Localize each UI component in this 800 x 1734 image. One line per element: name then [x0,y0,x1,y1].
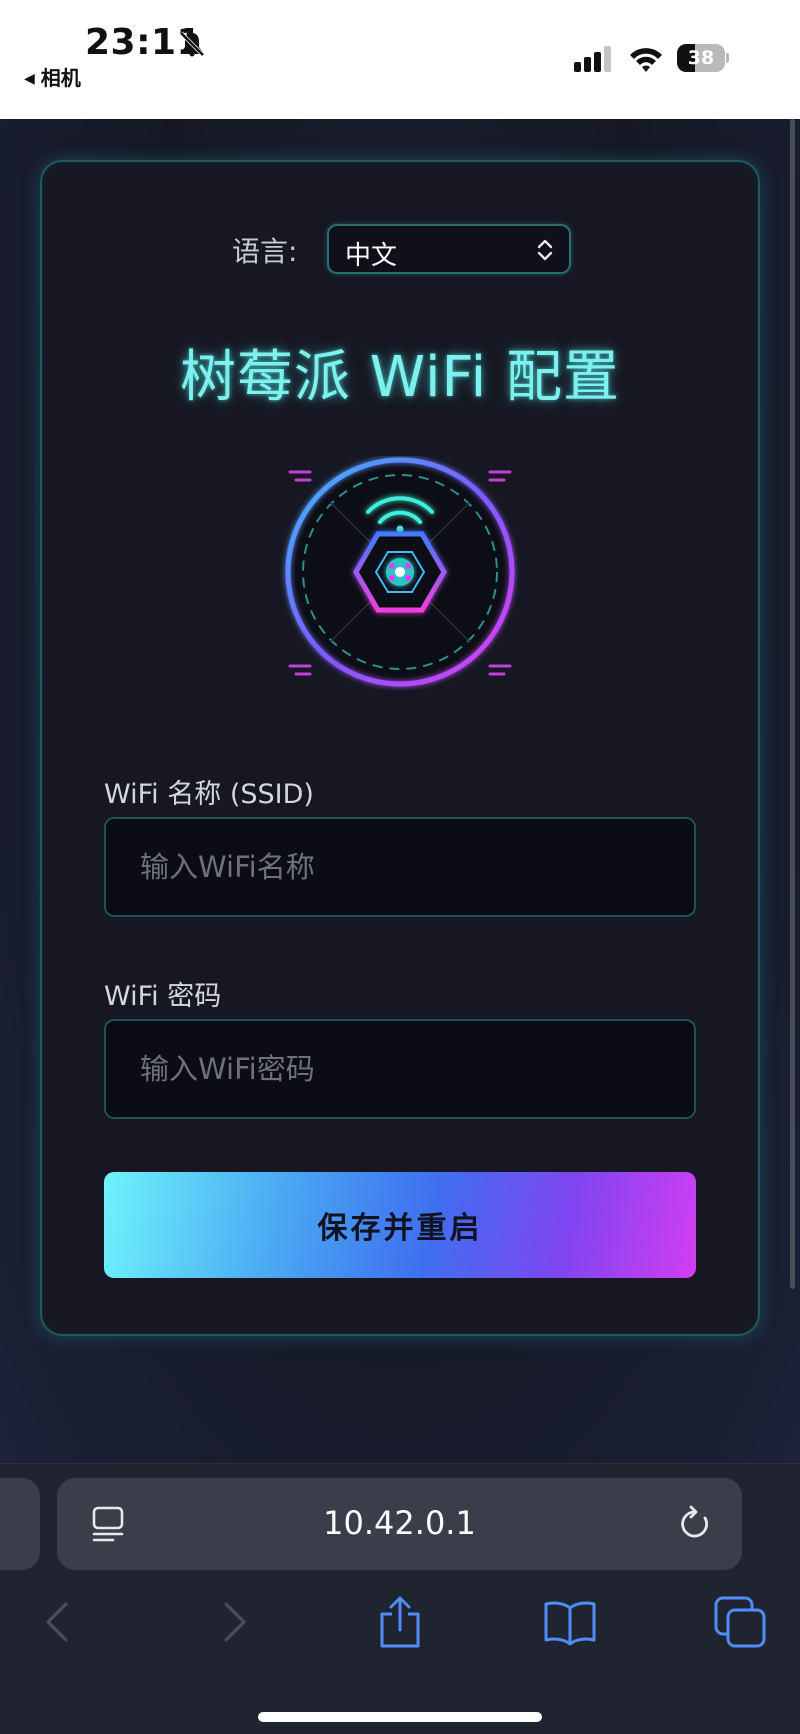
language-select[interactable]: 中文 [327,224,571,274]
browser-toolbar: 10.42.0.1 [0,1463,800,1734]
back-to-app-link[interactable]: ◀ 相机 [24,62,81,91]
scroll-indicator[interactable] [790,119,795,1289]
bell-slash-icon [179,31,205,57]
share-icon[interactable] [372,1594,428,1650]
save-and-restart-button[interactable]: 保存并重启 [104,1172,696,1278]
wifi-config-card: 语言: 中文 树莓派 WiFi 配置 WiFi 名称 (SSID) 输入WiFi… [40,160,760,1336]
cellular-signal-icon [574,46,611,72]
wifi-icon [630,48,662,72]
forward-arrow-icon[interactable] [204,1594,260,1650]
ssid-label: WiFi 名称 (SSID) [104,779,314,810]
raspberry-wifi-logo-icon [285,457,515,687]
language-label: 语言: [232,235,298,268]
password-input[interactable] [104,1019,696,1119]
back-arrow-icon[interactable] [32,1594,88,1650]
status-bar: 23:11 ◀ 相机 38 [0,0,800,119]
password-label: WiFi 密码 [104,981,222,1012]
battery-level: 38 [687,47,715,69]
page-title: 树莓派 WiFi 配置 [180,345,620,410]
tabs-icon[interactable] [712,1594,768,1650]
home-indicator [258,1712,542,1722]
bookmarks-icon[interactable] [542,1594,598,1650]
language-selected-value: 中文 [345,241,398,271]
reload-icon[interactable] [677,1504,713,1542]
ssid-input[interactable] [104,817,696,917]
web-page: 语言: 中文 树莓派 WiFi 配置 WiFi 名称 (SSID) 输入WiFi… [0,119,800,1463]
back-triangle-icon: ◀ [24,71,35,87]
previous-tab-preview[interactable] [0,1478,40,1570]
url-text: 10.42.0.1 [323,1504,476,1542]
chevron-up-down-icon [537,239,553,261]
back-app-label: 相机 [40,66,81,90]
battery-icon: 38 [677,44,729,72]
address-bar[interactable]: 10.42.0.1 [57,1478,742,1570]
